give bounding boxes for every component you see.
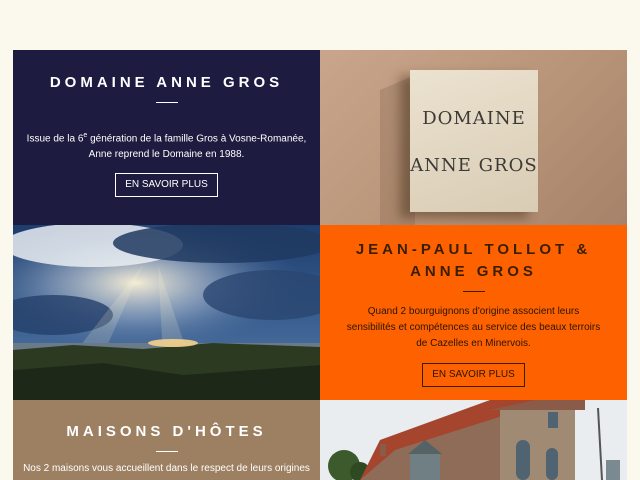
tollot-description: Quand 2 bourguignons d'origine associent…: [346, 306, 601, 349]
maisons-tile: MAISONS D'HÔTES Nos 2 maisons vous accue…: [13, 400, 320, 480]
feature-grid: DOMAINE ANNE GROS Issue de la 6e générat…: [13, 50, 627, 480]
landscape-image: [13, 225, 320, 400]
maisons-divider: [155, 451, 178, 452]
tollot-more-button[interactable]: EN SAVOIR PLUS: [422, 363, 525, 387]
plaque-line-2: ANNE GROS: [410, 155, 538, 176]
maisons-title: MAISONS D'HÔTES: [66, 423, 267, 440]
domaine-title: DOMAINE ANNE GROS: [49, 74, 284, 91]
domaine-text-end: génération de la famille Gros à Vosne-Ro…: [87, 133, 307, 161]
landscape-photo: [13, 225, 320, 400]
tollot-title: JEAN-PAUL TOLLOT & ANNE GROS: [355, 241, 592, 280]
domaine-tile: DOMAINE ANNE GROS Issue de la 6e générat…: [13, 50, 320, 225]
house-photo: [320, 400, 627, 480]
plaque-photo: DOMAINE ANNE GROS: [320, 50, 627, 225]
domaine-text-start: Issue de la 6: [26, 133, 84, 145]
tollot-tile: JEAN-PAUL TOLLOT & ANNE GROS Quand 2 bou…: [320, 225, 627, 400]
maisons-description: Nos 2 maisons vous accueillent dans le r…: [23, 463, 310, 474]
domaine-divider: [155, 102, 178, 103]
domaine-more-button[interactable]: EN SAVOIR PLUS: [115, 173, 218, 198]
plaque-line-1: DOMAINE: [422, 108, 526, 129]
house-image: [320, 400, 627, 480]
stone-plaque: DOMAINE ANNE GROS: [410, 70, 538, 212]
tollot-divider: [462, 291, 485, 292]
domaine-description: Issue de la 6e génération de la famille …: [13, 128, 320, 163]
